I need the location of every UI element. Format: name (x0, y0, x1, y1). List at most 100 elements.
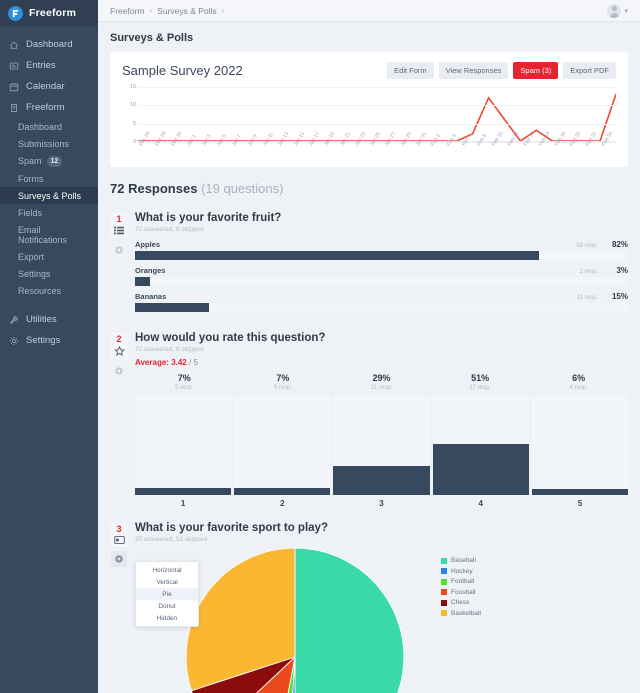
question-number: 2 (116, 334, 122, 344)
sidebar-subitem-label: Export (18, 251, 45, 262)
view-responses-button[interactable]: View Responses (438, 62, 509, 79)
legend-label: Foosball (451, 588, 476, 596)
legend-item[interactable]: Football (441, 578, 481, 585)
rating-header: 29% 21 resp. (332, 373, 431, 391)
rating-bar-column (432, 395, 529, 495)
question-settings-gear-icon-1[interactable] (111, 242, 127, 258)
question-meta: 72 answered, 0 skipped (135, 346, 204, 353)
dropdown-option-horizontal[interactable]: Horizontal (136, 564, 198, 576)
rating-count: 5 resp. (175, 385, 194, 391)
select-icon (113, 536, 125, 544)
answer-bar-row: Bananas 11 resp. 15% (135, 292, 628, 312)
sidebar-item-dashboard-sub[interactable]: Dashboard (0, 118, 98, 135)
brand-header[interactable]: Freeform (0, 0, 98, 26)
sidebar-item-fields[interactable]: Fields (0, 204, 98, 221)
breadcrumb-item-surveys-and-polls[interactable]: Surveys & Polls (157, 6, 217, 16)
sidebar-item-export[interactable]: Export (0, 248, 98, 265)
gear-icon (8, 335, 19, 346)
sidebar-item-dashboard[interactable]: Dashboard (0, 34, 98, 55)
legend-item[interactable]: Basketball (441, 610, 481, 617)
spam-count-badge: 12 (46, 155, 63, 167)
pie-slice-baseball[interactable] (294, 547, 405, 693)
sidebar-item-settings-sub[interactable]: Settings (0, 265, 98, 282)
answer-bar-row: Apples 59 resp. 82% (135, 240, 628, 260)
submissions-line-chart: 15 10 5 0 Dec 26 Dec 28 Dec 30 Jan 1 Jan 3 Jan 5… (122, 83, 616, 167)
avatar[interactable] (607, 3, 622, 18)
dropdown-option-pie[interactable]: Pie (136, 588, 198, 600)
question-settings-gear-icon-2[interactable] (111, 363, 127, 379)
answer-bar-fill (135, 251, 540, 260)
legend-swatch (441, 568, 447, 574)
answer-bar-fill (135, 277, 150, 286)
sidebar-subitem-label: Dashboard (18, 121, 63, 132)
page-header: Surveys & Polls (98, 22, 640, 52)
content-scroll-area[interactable]: Sample Survey 2022 Edit Form View Respon… (98, 52, 640, 693)
sidebar-item-spam[interactable]: Spam 12 (0, 152, 98, 170)
sidebar-subitem-label: Forms (18, 173, 44, 184)
sidebar-item-utilities[interactable]: Utilities (0, 309, 98, 330)
average-max: / 5 (189, 358, 198, 367)
answer-label: Bananas (135, 292, 167, 301)
dropdown-option-donut[interactable]: Donut (136, 600, 198, 612)
questions-count: (19 questions) (201, 181, 284, 196)
y-tick-label: 0 (132, 139, 136, 145)
average-label: Average: (135, 358, 169, 367)
legend-item[interactable]: Hockey (441, 568, 481, 575)
sidebar-item-surveys-and-polls[interactable]: Surveys & Polls (0, 187, 98, 204)
topbar: Freeform › Surveys & Polls › ▾ (98, 0, 640, 22)
rating-axis-label: 3 (379, 499, 384, 508)
question-gutter-2: 2 (110, 332, 128, 508)
dropdown-option-vertical[interactable]: Vertical (136, 576, 198, 588)
export-pdf-button[interactable]: Export PDF (563, 62, 616, 79)
sidebar-item-forms[interactable]: Forms (0, 170, 98, 187)
page-title: Surveys & Polls (110, 32, 194, 44)
legend-item[interactable]: Chess (441, 599, 481, 606)
legend-item[interactable]: Foosball (441, 589, 481, 596)
pie-chart-area: Horizontal Vertical Pie Donut Hidden Basebal… (135, 547, 628, 693)
legend-swatch (441, 578, 447, 585)
freeform-icon (8, 102, 19, 113)
dropdown-option-hidden[interactable]: Hidden (136, 612, 198, 624)
breadcrumb-item-freeform[interactable]: Freeform (110, 6, 144, 16)
question-number: 3 (116, 524, 122, 534)
chart-type-dropdown[interactable]: Horizontal Vertical Pie Donut Hidden (135, 561, 199, 627)
sidebar-item-settings[interactable]: Settings (0, 330, 98, 351)
sidebar-item-entries[interactable]: Entries (0, 55, 98, 76)
legend-item[interactable]: Baseball (441, 557, 481, 564)
sidebar-item-submissions[interactable]: Submissions (0, 135, 98, 152)
answer-count: 59 resp. (576, 243, 598, 249)
sidebar-item-email-notifications[interactable]: Email Notifications (0, 221, 98, 248)
user-menu[interactable]: ▾ (607, 3, 628, 18)
responses-count: 72 Responses (110, 181, 198, 196)
question-settings-gear-icon-3[interactable] (111, 551, 127, 567)
sidebar-item-freeform[interactable]: Freeform (0, 97, 98, 118)
answer-label: Oranges (135, 266, 166, 275)
answer-bars-1: Apples 59 resp. 82% Oranges 2 resp. 3% Bananas… (135, 240, 628, 312)
sidebar-subitem-label: Submissions (18, 138, 70, 149)
sidebar-item-resources[interactable]: Resources (0, 282, 98, 299)
y-tick-label: 5 (132, 120, 136, 127)
spam-button[interactable]: Spam (3) (513, 62, 559, 79)
pie-chart (185, 547, 405, 693)
survey-title: Sample Survey 2022 (122, 63, 243, 78)
legend-label: Basketball (451, 609, 481, 617)
legend-swatch (441, 599, 447, 606)
answer-bar-track (135, 251, 628, 260)
star-icon (113, 346, 125, 356)
brand-logo-icon (8, 5, 23, 21)
chevron-down-icon[interactable]: ▾ (624, 7, 628, 15)
edit-form-button[interactable]: Edit Form (387, 62, 434, 79)
breadcrumb: Freeform › Surveys & Polls › (110, 6, 224, 16)
grid-line (138, 105, 616, 107)
sidebar-divider (0, 299, 98, 309)
list-icon (114, 226, 124, 235)
sidebar-subitem-label: Fields (18, 207, 43, 218)
y-tick-label: 10 (129, 102, 136, 109)
legend-label: Chess (451, 599, 470, 606)
legend-label: Baseball (451, 557, 476, 564)
answer-bar-track (135, 277, 628, 286)
question-title: What is your favorite sport to play? (135, 522, 328, 534)
question-gutter-1: 1 (110, 212, 128, 318)
answer-bar-row: Oranges 2 resp. 3% (135, 266, 628, 286)
sidebar-item-calendar[interactable]: Calendar (0, 76, 98, 97)
